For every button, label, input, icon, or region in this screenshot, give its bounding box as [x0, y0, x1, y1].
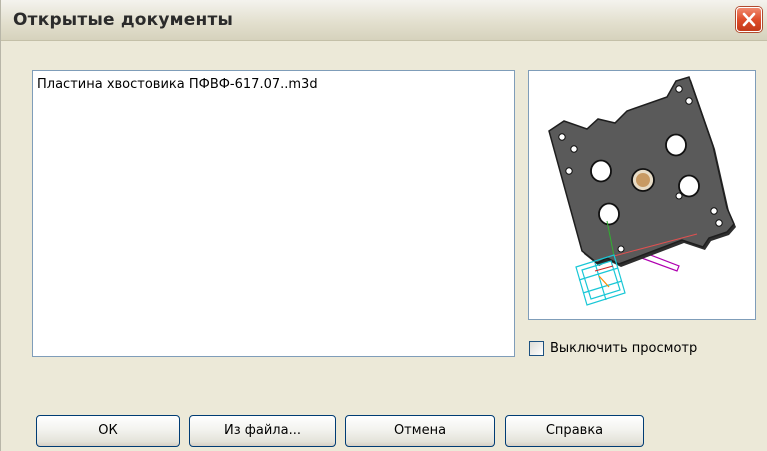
document-preview — [528, 70, 756, 320]
help-button[interactable]: Справка — [505, 415, 644, 447]
list-item[interactable]: Пластина хвостовика ПФВФ-617.07..m3d — [37, 77, 318, 92]
documents-list[interactable]: Пластина хвостовика ПФВФ-617.07..m3d — [32, 70, 515, 357]
from-file-button[interactable]: Из файла... — [189, 415, 336, 447]
part-preview-image — [548, 76, 736, 306]
disable-preview-label[interactable]: Выключить просмотр — [550, 341, 697, 356]
cancel-button[interactable]: Отмена — [345, 415, 495, 447]
ok-button[interactable]: ОК — [36, 415, 180, 447]
disable-preview-checkbox[interactable] — [529, 341, 544, 356]
close-button[interactable] — [736, 7, 762, 32]
open-documents-dialog: Открытые документы Пластина хвостовика П… — [0, 0, 767, 451]
title-bar[interactable]: Открытые документы — [1, 0, 767, 41]
close-icon — [742, 12, 756, 27]
window-title: Открытые документы — [13, 10, 234, 30]
